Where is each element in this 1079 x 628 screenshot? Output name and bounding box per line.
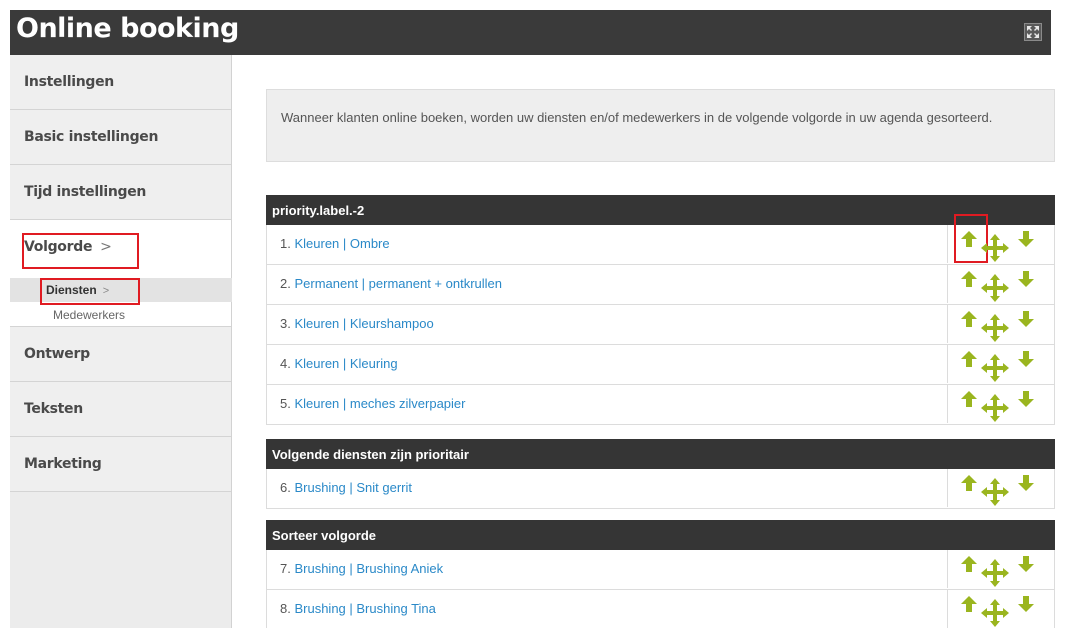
arrow-up-icon	[961, 271, 977, 287]
service-row: 7. Brushing | Brushing Aniek	[266, 550, 1055, 590]
sidebar-item-tijd-instellingen[interactable]: Tijd instellingen	[10, 165, 231, 220]
chevron-right-icon: >	[102, 285, 110, 297]
row-number: 4.	[280, 356, 291, 371]
subnav: Diensten > Medewerkers	[10, 275, 232, 327]
arrow-down-icon	[1018, 271, 1034, 287]
service-row: 6. Brushing | Snit gerrit	[266, 469, 1055, 509]
service-row: 5. Kleuren | meches zilverpapier	[266, 385, 1055, 425]
service-label: 4. Kleuren | Kleuring	[280, 356, 398, 371]
row-number: 2.	[280, 276, 291, 291]
sidebar-item-teksten[interactable]: Teksten	[10, 382, 231, 437]
arrow-down-icon	[1018, 391, 1034, 407]
row-number: 8.	[280, 601, 291, 616]
chevron-right-icon: >	[100, 239, 112, 255]
arrow-up-icon	[961, 311, 977, 327]
service-link[interactable]: Permanent | permanent + ontkrullen	[294, 276, 502, 291]
service-row: 8. Brushing | Brushing Tina	[266, 590, 1055, 628]
service-link[interactable]: Kleuren | Kleurshampoo	[294, 316, 433, 331]
group-header: priority.label.-2	[266, 195, 1055, 225]
service-row: 3. Kleuren | Kleurshampoo	[266, 305, 1055, 345]
arrow-down-icon	[1018, 311, 1034, 327]
service-row: 4. Kleuren | Kleuring	[266, 345, 1055, 385]
arrow-down-icon	[1018, 556, 1034, 572]
move-icon	[981, 314, 1009, 342]
fullscreen-icon	[1027, 26, 1039, 38]
row-actions	[947, 469, 1054, 507]
service-link[interactable]: Kleuren | Ombre	[294, 236, 389, 251]
sidebar-item-label: Tijd instellingen	[24, 184, 147, 200]
arrow-up-icon	[961, 596, 977, 612]
service-row: 2. Permanent | permanent + ontkrullen	[266, 265, 1055, 305]
arrow-down-icon	[1018, 596, 1034, 612]
arrow-down-icon	[1018, 231, 1034, 247]
row-number: 7.	[280, 561, 291, 576]
move-icon	[981, 274, 1009, 302]
row-actions	[947, 265, 1054, 303]
priority-group: Sorteer volgorde 7. Brushing | Brushing A…	[266, 520, 1055, 628]
move-icon	[981, 559, 1009, 587]
service-link[interactable]: Kleuren | meches zilverpapier	[294, 396, 465, 411]
arrow-up-icon	[961, 351, 977, 367]
page-title: Online booking	[16, 13, 239, 44]
arrow-up-icon	[961, 475, 977, 491]
service-label: 8. Brushing | Brushing Tina	[280, 601, 436, 616]
sidebar-item-label: Volgorde >	[24, 239, 112, 255]
sidebar-item-ontwerp[interactable]: Ontwerp	[10, 327, 231, 382]
sidebar-item-label: Teksten	[24, 401, 83, 417]
sidebar-item-label: Basic instellingen	[24, 129, 159, 145]
sidebar-item-marketing[interactable]: Marketing	[10, 437, 231, 492]
arrow-down-icon	[1018, 475, 1034, 491]
service-label: 3. Kleuren | Kleurshampoo	[280, 316, 434, 331]
subnav-item-label: Diensten >	[46, 283, 110, 297]
row-number: 3.	[280, 316, 291, 331]
service-label: 1. Kleuren | Ombre	[280, 236, 390, 251]
move-icon	[981, 354, 1009, 382]
arrow-up-icon	[961, 391, 977, 407]
subnav-item-diensten[interactable]: Diensten >	[10, 278, 232, 305]
service-row: 1. Kleuren | Ombre	[266, 214, 1055, 265]
sidebar-item-label: Ontwerp	[24, 346, 90, 362]
sidebar-item-label: Instellingen	[24, 74, 114, 90]
move-icon	[981, 234, 1009, 262]
service-label: 2. Permanent | permanent + ontkrullen	[280, 276, 502, 291]
group-header: Sorteer volgorde	[266, 520, 1055, 550]
row-actions	[947, 345, 1054, 383]
arrow-down-icon	[1018, 351, 1034, 367]
sidebar-item-label: Marketing	[24, 456, 102, 472]
move-icon	[981, 478, 1009, 506]
subnav-item-label: Medewerkers	[53, 308, 126, 322]
fullscreen-button[interactable]	[1024, 23, 1042, 41]
row-actions	[947, 214, 1054, 263]
sidebar-item-instellingen[interactable]: Instellingen	[10, 55, 231, 110]
move-icon	[981, 394, 1009, 422]
arrow-up-icon	[961, 231, 977, 247]
row-actions	[947, 305, 1054, 343]
row-actions	[947, 385, 1054, 423]
row-number: 1.	[280, 236, 291, 251]
arrow-up-icon	[961, 556, 977, 572]
sidebar-item-volgorde[interactable]: Volgorde >	[10, 220, 231, 275]
service-link[interactable]: Brushing | Brushing Tina	[294, 601, 435, 616]
group-header: Volgende diensten zijn prioritair	[266, 439, 1055, 469]
priority-group: Volgende diensten zijn prioritair 6. Brus…	[266, 439, 1055, 509]
row-number: 6.	[280, 480, 291, 495]
service-label: 7. Brushing | Brushing Aniek	[280, 561, 443, 576]
service-label: 5. Kleuren | meches zilverpapier	[280, 396, 465, 411]
service-link[interactable]: Brushing | Brushing Aniek	[294, 561, 443, 576]
service-link[interactable]: Brushing | Snit gerrit	[294, 480, 412, 495]
app-header: Online booking	[10, 10, 1051, 55]
subnav-item-medewerkers[interactable]: Medewerkers	[10, 305, 232, 325]
sidebar: Instellingen Basic instellingen Tijd ins…	[10, 55, 232, 628]
info-message: Wanneer klanten online boeken, worden uw…	[266, 89, 1055, 162]
service-link[interactable]: Kleuren | Kleuring	[294, 356, 397, 371]
sidebar-item-basic-instellingen[interactable]: Basic instellingen	[10, 110, 231, 165]
service-label: 6. Brushing | Snit gerrit	[280, 480, 412, 495]
row-actions	[947, 550, 1054, 588]
move-icon	[981, 599, 1009, 627]
row-actions	[947, 590, 1054, 628]
priority-group: priority.label.-2 1. Kleuren | Ombre 2. Pe…	[266, 195, 1055, 425]
row-number: 5.	[280, 396, 291, 411]
